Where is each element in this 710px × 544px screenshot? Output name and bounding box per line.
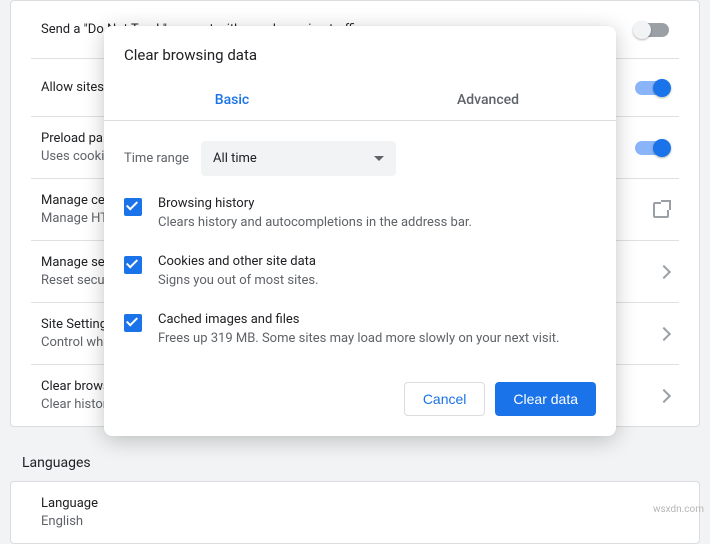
chevron-right-icon [657, 264, 671, 278]
dialog-actions: Cancel Clear data [104, 364, 616, 436]
row-sub: English [41, 514, 669, 529]
toggle-off[interactable] [635, 23, 669, 37]
time-range-value: All time [213, 151, 257, 166]
open-external-icon [653, 202, 669, 218]
time-range-row: Time range All time [104, 121, 616, 190]
clear-browsing-data-dialog: Clear browsing data Basic Advanced Time … [104, 26, 616, 436]
dialog-title: Clear browsing data [104, 26, 616, 80]
tab-basic[interactable]: Basic [104, 80, 360, 120]
chevron-down-icon [374, 156, 384, 161]
option-title: Browsing history [158, 196, 472, 211]
chevron-right-icon [657, 388, 671, 402]
option-title: Cached images and files [158, 312, 559, 327]
row-title: Language [41, 496, 669, 511]
cancel-button[interactable]: Cancel [404, 382, 486, 416]
option-sub: Signs you out of most sites. [158, 273, 319, 288]
settings-card-languages: Language English [10, 481, 700, 544]
watermark: wsxdn.com [653, 504, 704, 515]
option-sub: Frees up 319 MB. Some sites may load mor… [158, 331, 559, 346]
checkbox-checked[interactable] [124, 256, 142, 274]
checkbox-checked[interactable] [124, 198, 142, 216]
option-title: Cookies and other site data [158, 254, 319, 269]
option-browsing-history[interactable]: Browsing history Clears history and auto… [104, 190, 616, 248]
option-cached[interactable]: Cached images and files Frees up 319 MB.… [104, 306, 616, 364]
toggle-on[interactable] [635, 141, 669, 155]
time-range-label: Time range [124, 151, 189, 166]
toggle-on[interactable] [635, 81, 669, 95]
time-range-select[interactable]: All time [201, 141, 396, 176]
tab-advanced[interactable]: Advanced [360, 80, 616, 120]
dialog-tabs: Basic Advanced [104, 80, 616, 121]
clear-data-button[interactable]: Clear data [495, 382, 596, 416]
option-cookies[interactable]: Cookies and other site data Signs you ou… [104, 248, 616, 306]
chevron-right-icon [657, 326, 671, 340]
settings-row-language[interactable]: Language English [31, 482, 679, 543]
section-header-languages: Languages [22, 455, 688, 471]
option-sub: Clears history and autocompletions in th… [158, 215, 472, 230]
checkbox-checked[interactable] [124, 314, 142, 332]
